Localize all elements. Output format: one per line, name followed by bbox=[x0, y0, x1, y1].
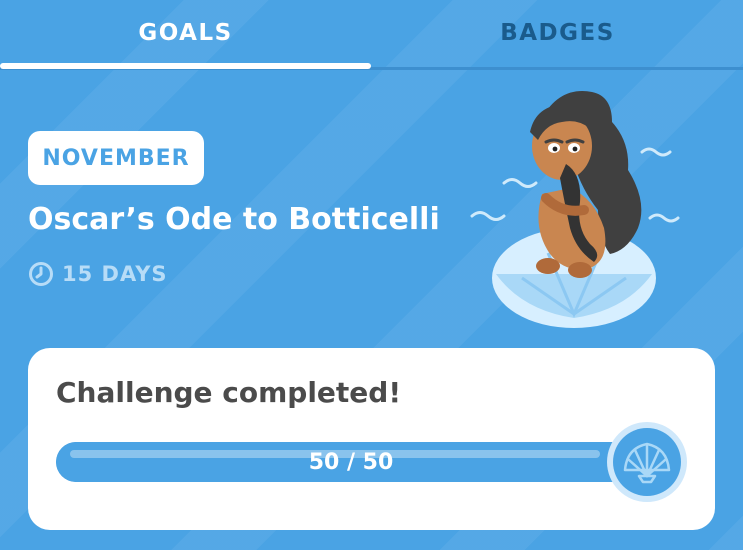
challenge-title: Oscar’s Ode to Botticelli bbox=[28, 202, 440, 237]
tab-badges[interactable]: BADGES bbox=[372, 0, 743, 66]
oscar-mascot-illustration bbox=[470, 91, 680, 328]
tab-bar: GOALS BADGES bbox=[0, 0, 743, 70]
tab-goals[interactable]: GOALS bbox=[0, 0, 371, 66]
duration-label: 15 DAYS bbox=[62, 262, 168, 286]
progress-bar: 50 / 50 bbox=[56, 442, 646, 482]
clock-icon bbox=[29, 262, 53, 286]
active-tab-indicator bbox=[0, 63, 371, 69]
challenge-status-heading: Challenge completed! bbox=[56, 376, 402, 409]
progress-card: Challenge completed! 50 / 50 bbox=[28, 348, 715, 530]
month-badge: NOVEMBER bbox=[28, 131, 204, 185]
challenge-duration: 15 DAYS bbox=[28, 258, 168, 290]
shell-icon bbox=[607, 422, 687, 502]
progress-label: 50 / 50 bbox=[308, 449, 394, 475]
